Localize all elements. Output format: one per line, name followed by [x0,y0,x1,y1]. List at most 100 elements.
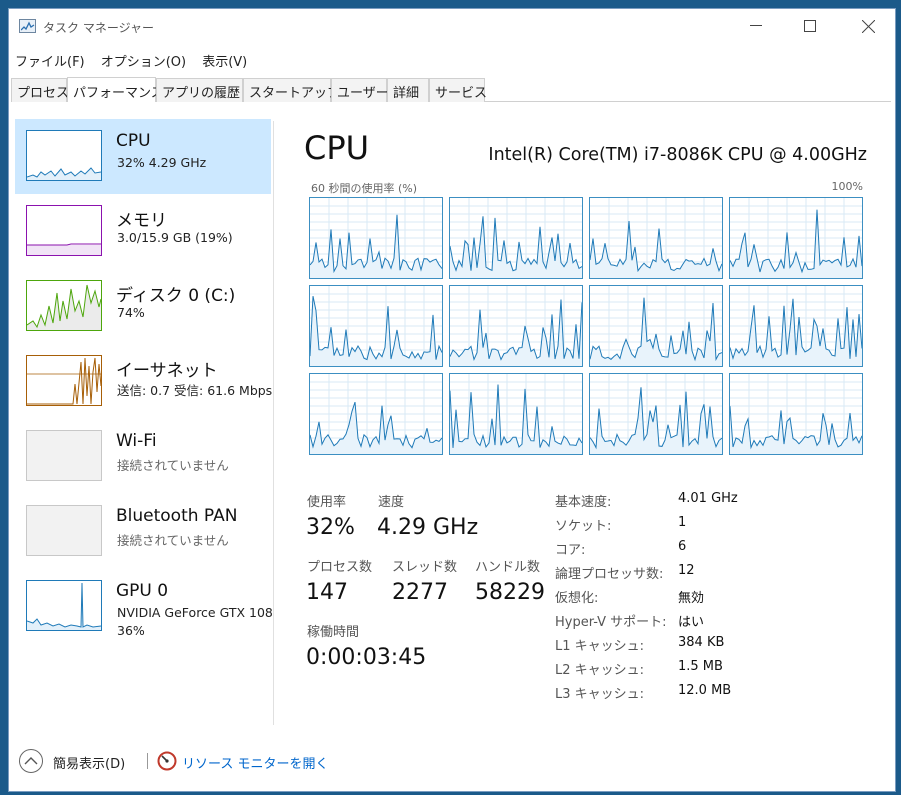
sidebar-gpu-usage: 36% [117,623,145,638]
l3-cache-label: L3 キャッシュ: [555,687,645,702]
chevron-up-icon [24,757,38,765]
ethernet-thumbnail-graph [26,355,102,406]
sidebar-ethernet-title: イーサネット [116,361,218,381]
logical-processors-value: 12 [678,563,695,578]
logical-processors-label: 論理プロセッサ数: [555,567,664,582]
maximize-icon [804,20,816,32]
sidebar-bluetooth-detail: 接続されていません [117,533,229,548]
speed-label: 速度 [378,495,405,510]
sidebar-wifi-title: Wi-Fi [116,431,157,451]
sidebar-item-gpu[interactable]: GPU 0 NVIDIA GeForce GTX 1080 36% [15,569,273,644]
logical-processor-graph [449,373,583,455]
logical-processor-graph [589,285,723,367]
sidebar-item-disk[interactable]: ディスク 0 (C:) 74% [15,269,271,344]
sidebar-wifi-detail: 接続されていません [117,458,229,473]
uptime-label: 稼働時間 [307,625,360,640]
logical-processor-graph [449,285,583,367]
sidebar-bluetooth-title: Bluetooth PAN [116,506,238,526]
window-title: タスク マネージャー [43,21,154,35]
sidebar-memory-title: メモリ [116,211,167,231]
utilization-value: 32% [306,515,355,540]
l1-cache-value: 384 KB [678,635,725,650]
base-speed-label: 基本速度: [555,495,612,510]
tab-details[interactable]: 詳細 [387,78,429,102]
menu-options[interactable]: オプション(O) [95,49,191,70]
logical-processor-graph [729,285,863,367]
maximize-button[interactable] [787,9,833,43]
l3-cache-value: 12.0 MB [678,683,732,698]
menu-view[interactable]: 表示(V) [196,49,252,70]
cpu-model-name: Intel(R) Core(TM) i7-8086K CPU @ 4.00GHz [488,145,867,165]
cpu-thumbnail-graph [26,130,102,181]
tab-app-history[interactable]: アプリの履歴 [156,78,243,102]
sidebar-item-memory[interactable]: メモリ 3.0/15.9 GB (19%) [15,194,271,269]
sidebar-memory-detail: 3.0/15.9 GB (19%) [117,230,233,245]
processes-value: 147 [306,580,348,605]
utilization-label: 使用率 [307,495,347,510]
task-manager-window: タスク マネージャー ファイル(F) オプション(O) 表示(V) プロセス パ… [8,8,896,792]
tab-services[interactable]: サービス [429,78,487,102]
graph-max-label: 100% [831,180,863,193]
l2-cache-label: L2 キャッシュ: [555,663,645,678]
virtualization-value: 無効 [678,591,705,606]
processes-label: プロセス数 [307,560,373,575]
threads-label: スレッド数 [392,560,458,575]
tab-users[interactable]: ユーザー [331,78,389,102]
sockets-value: 1 [678,515,687,530]
page-title: CPU [304,129,370,167]
menu-bar: ファイル(F) オプション(O) 表示(V) [9,49,252,71]
handles-label: ハンドル数 [475,560,541,575]
hyperv-label: Hyper-V サポート: [555,615,667,630]
cores-value: 6 [678,539,687,554]
sidebar-gpu-model: NVIDIA GeForce GTX 1080 [117,605,273,620]
sidebar-item-cpu[interactable]: CPU 32% 4.29 GHz [15,119,271,194]
logical-processor-graph [729,373,863,455]
fewer-details-label[interactable]: 簡易表示(D) [53,753,125,772]
logical-processor-graph [729,197,863,279]
logical-processor-graph [309,285,443,367]
minimize-icon [750,25,762,26]
task-manager-icon [19,19,36,33]
sidebar-item-wifi[interactable]: Wi-Fi 接続されていません [15,419,271,494]
tab-startup[interactable]: スタートアップ [243,78,340,102]
title-bar: タスク マネージャー [9,9,895,43]
sidebar-disk-title: ディスク 0 (C:) [116,286,236,306]
open-resource-monitor-link[interactable]: リソース モニターを開く [182,753,328,772]
logical-processor-graph [449,197,583,279]
l1-cache-label: L1 キャッシュ: [555,639,645,654]
sidebar-ethernet-detail: 送信: 0.7 受信: 61.6 Mbps [117,383,273,398]
speed-value: 4.29 GHz [377,515,479,540]
tab-processes[interactable]: プロセス [11,78,69,102]
tab-strip: プロセス パフォーマンス アプリの履歴 スタートアップ ユーザー 詳細 サービス [11,77,891,102]
logical-processor-graphs [309,197,865,457]
uptime-value: 0:00:03:45 [306,645,427,670]
handles-value: 58229 [475,580,545,605]
l2-cache-value: 1.5 MB [678,659,723,674]
memory-thumbnail-graph [26,205,102,256]
menu-file[interactable]: ファイル(F) [9,49,90,70]
sidebar-cpu-title: CPU [116,131,151,151]
resource-sidebar: CPU 32% 4.29 GHz メモリ 3.0/15.9 GB (19%) デ… [13,119,273,723]
logical-processor-graph [589,373,723,455]
resource-monitor-icon [157,751,177,771]
close-button[interactable] [845,9,891,43]
tab-performance[interactable]: パフォーマンス [67,77,164,102]
close-icon [861,19,875,33]
logical-processor-graph [309,197,443,279]
minimize-button[interactable] [733,9,779,43]
fewer-details-button[interactable] [19,749,43,773]
logical-processor-graph [309,373,443,455]
bluetooth-thumbnail-graph [26,505,102,556]
disk-thumbnail-graph [26,280,102,331]
sidebar-gpu-title: GPU 0 [116,581,169,601]
gpu-thumbnail-graph [26,580,102,631]
sidebar-cpu-detail: 32% 4.29 GHz [117,155,207,170]
footer-divider [147,753,148,769]
sockets-label: ソケット: [555,519,612,534]
virtualization-label: 仮想化: [555,591,599,606]
logical-processor-graph [589,197,723,279]
sidebar-item-bluetooth[interactable]: Bluetooth PAN 接続されていません [15,494,271,569]
cores-label: コア: [555,543,586,558]
sidebar-item-ethernet[interactable]: イーサネット 送信: 0.7 受信: 61.6 Mbps [15,344,273,419]
sidebar-divider [273,121,274,725]
